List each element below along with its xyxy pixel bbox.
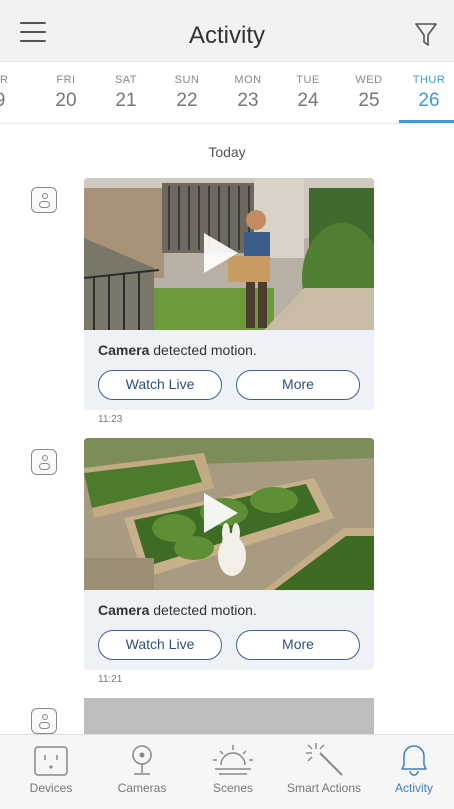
date-day-name: SAT — [114, 74, 138, 86]
event-timestamp: 11:23 — [98, 414, 123, 425]
date-day-number: 24 — [297, 90, 319, 111]
date-day-number: 21 — [115, 90, 137, 111]
section-label-today: Today — [208, 144, 246, 160]
camera-device-icon — [31, 708, 57, 734]
watch-live-button[interactable]: Watch Live — [98, 370, 222, 400]
video-thumbnail-loading[interactable] — [84, 698, 374, 738]
date-item-thur-19[interactable]: UR 9 — [0, 74, 30, 112]
tab-smart-actions[interactable]: Smart Actions — [280, 735, 368, 809]
magic-wand-icon — [280, 741, 368, 777]
bottom-tab-bar: Devices Cameras Scenes Smart Actions Act… — [0, 734, 454, 809]
date-item-sat-21[interactable]: SAT 21 — [96, 74, 156, 112]
watch-live-button[interactable]: Watch Live — [98, 630, 222, 660]
date-item-tue-24[interactable]: TUE 24 — [278, 74, 338, 112]
date-day-name: TUE — [296, 74, 320, 86]
play-icon[interactable] — [204, 233, 238, 273]
date-item-sun-22[interactable]: SUN 22 — [157, 74, 217, 112]
date-day-name: WED — [355, 74, 383, 86]
tab-cameras[interactable]: Cameras — [98, 735, 186, 809]
date-day-number: 26 — [418, 90, 440, 111]
tab-label: Scenes — [212, 781, 254, 795]
date-item-wed-25[interactable]: WED 25 — [339, 74, 399, 112]
date-item-mon-23[interactable]: MON 23 — [218, 74, 278, 112]
activity-card: Camera detected motion. Watch Live More — [84, 438, 374, 670]
date-day-number: 20 — [55, 90, 77, 111]
sunrise-icon — [189, 741, 277, 777]
event-message: detected motion. — [149, 602, 257, 618]
top-header: Activity — [0, 0, 454, 62]
filter-funnel-icon[interactable] — [414, 22, 438, 46]
tab-scenes[interactable]: Scenes — [189, 735, 277, 809]
date-day-number: 22 — [176, 90, 198, 111]
date-item-thur-26[interactable]: THUR 26 — [399, 74, 454, 112]
more-button[interactable]: More — [236, 370, 360, 400]
more-button[interactable]: More — [236, 630, 360, 660]
tab-activity[interactable]: Activity — [370, 735, 454, 809]
camera-icon — [98, 741, 186, 777]
date-selector: UR 9 FRI 20 SAT 21 SUN 22 MON 23 TUE 24 … — [0, 62, 454, 124]
date-day-name: THUR — [412, 74, 446, 86]
bell-icon — [370, 741, 454, 777]
camera-device-icon — [31, 449, 57, 475]
tab-label: Activity — [394, 781, 433, 795]
date-day-number: 23 — [237, 90, 259, 111]
date-day-number: 9 — [0, 90, 30, 112]
event-description: Camera detected motion. — [84, 330, 374, 358]
outlet-icon — [7, 741, 95, 777]
event-source: Camera — [98, 342, 150, 358]
date-day-name: UR — [0, 74, 9, 86]
video-thumbnail[interactable] — [84, 438, 374, 590]
video-thumbnail[interactable] — [84, 178, 374, 330]
camera-device-icon — [31, 187, 57, 213]
event-message: detected motion. — [149, 342, 257, 358]
event-source: Camera — [98, 602, 150, 618]
date-day-name: FRI — [56, 74, 76, 86]
page-title: Activity — [188, 22, 265, 49]
selected-date-indicator — [399, 120, 454, 123]
date-day-name: SUN — [174, 74, 200, 86]
date-day-name: MON — [234, 74, 262, 86]
tab-devices[interactable]: Devices — [7, 735, 95, 809]
tab-label: Cameras — [117, 781, 167, 795]
event-description: Camera detected motion. — [84, 590, 374, 618]
event-timestamp: 11:21 — [98, 674, 123, 685]
date-day-number: 25 — [358, 90, 380, 111]
tab-label: Devices — [29, 781, 73, 795]
activity-card: Camera detected motion. Watch Live More — [84, 178, 374, 410]
date-item-fri-20[interactable]: FRI 20 — [36, 74, 96, 112]
tab-label: Smart Actions — [286, 781, 362, 795]
play-icon[interactable] — [204, 493, 238, 533]
